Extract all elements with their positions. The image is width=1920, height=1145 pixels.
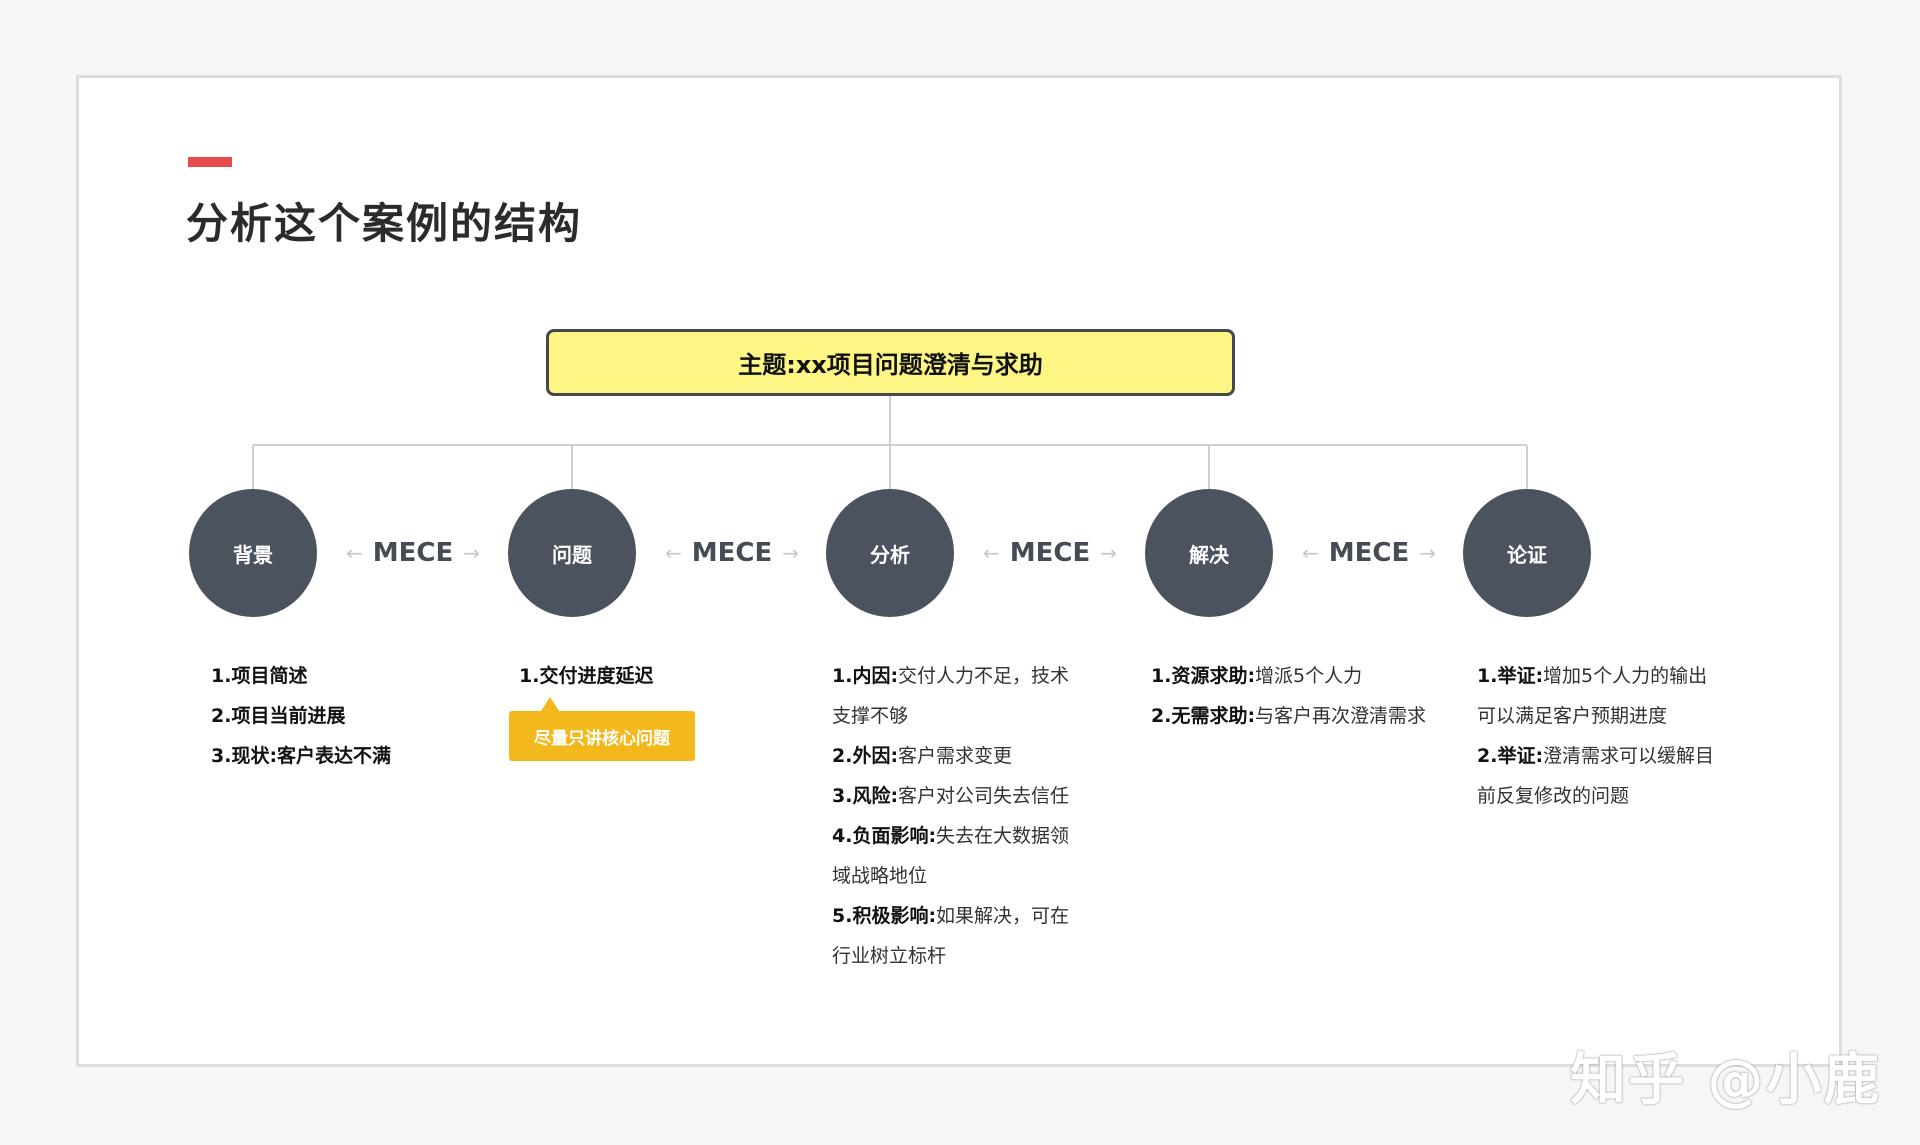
arrow-right-icon: → bbox=[782, 541, 799, 565]
list-item: 2.无需求助:与客户再次澄清需求 bbox=[1151, 705, 1427, 727]
arrow-right-icon: → bbox=[463, 541, 480, 565]
problem-list: 1.交付进度延迟 bbox=[519, 656, 653, 696]
list-item: 4.负面影响:失去在大数据领 bbox=[832, 825, 1070, 847]
callout-note: 尽量只讲核心问题 bbox=[509, 697, 695, 761]
watermark: 知乎 @小鹿 bbox=[1570, 1048, 1882, 1113]
mece-link-1: ← MECE → bbox=[333, 530, 493, 576]
list-item: 1.交付进度延迟 bbox=[519, 665, 654, 687]
list-item: 1.项目简述 bbox=[211, 665, 308, 687]
mece-label: MECE bbox=[372, 538, 454, 568]
mece-label: MECE bbox=[1009, 538, 1091, 568]
list-item: 3.现状:客户表达不满 bbox=[211, 745, 392, 767]
arrow-right-icon: → bbox=[1419, 541, 1436, 565]
list-item: 2.项目当前进展 bbox=[211, 705, 346, 727]
arrow-left-icon: ← bbox=[664, 541, 682, 565]
analysis-list: 1.内因:交付人力不足，技术 支撑不够 2.外因:客户需求变更 3.风险:客户对… bbox=[832, 656, 1069, 976]
list-item-continuation: 行业树立标杆 bbox=[832, 945, 947, 967]
list-item: 1.内因:交付人力不足，技术 bbox=[832, 665, 1070, 687]
arrow-left-icon: ← bbox=[982, 541, 1000, 565]
mece-link-3: ← MECE → bbox=[970, 530, 1130, 576]
background-list: 1.项目简述 2.项目当前进展 3.现状:客户表达不满 bbox=[211, 656, 391, 776]
list-item: 1.资源求助:增派5个人力 bbox=[1151, 665, 1363, 687]
arrow-right-icon: → bbox=[1100, 541, 1117, 565]
slide: 分析这个案例的结构 主题:xx项目问题澄清与求助 背景 问题 分析 解决 论证 … bbox=[76, 75, 1842, 1067]
node-proof: 论证 bbox=[1463, 489, 1591, 617]
list-item-continuation: 可以满足客户预期进度 bbox=[1477, 705, 1668, 727]
solution-list: 1.资源求助:增派5个人力 2.无需求助:与客户再次澄清需求 bbox=[1151, 656, 1426, 736]
node-background: 背景 bbox=[189, 489, 317, 617]
list-item: 3.风险:客户对公司失去信任 bbox=[832, 785, 1070, 807]
mece-link-4: ← MECE → bbox=[1289, 530, 1449, 576]
list-item-continuation: 支撑不够 bbox=[832, 705, 909, 727]
list-item: 5.积极影响:如果解决，可在 bbox=[832, 905, 1070, 927]
proof-list: 1.举证:增加5个人力的输出 可以满足客户预期进度 2.举证:澄清需求可以缓解目… bbox=[1477, 656, 1714, 816]
topic-box: 主题:xx项目问题澄清与求助 bbox=[546, 329, 1235, 396]
list-item-continuation: 前反复修改的问题 bbox=[1477, 785, 1630, 807]
mece-label: MECE bbox=[1328, 538, 1410, 568]
node-analysis: 分析 bbox=[826, 489, 954, 617]
list-item: 1.举证:增加5个人力的输出 bbox=[1477, 665, 1708, 687]
node-problem: 问题 bbox=[508, 489, 636, 617]
list-item-continuation: 域战略地位 bbox=[832, 865, 928, 887]
mece-link-2: ← MECE → bbox=[652, 530, 812, 576]
list-item: 2.外因:客户需求变更 bbox=[832, 745, 1013, 767]
mece-label: MECE bbox=[691, 538, 773, 568]
arrow-left-icon: ← bbox=[1301, 541, 1319, 565]
list-item: 2.举证:澄清需求可以缓解目 bbox=[1477, 745, 1715, 767]
node-solution: 解决 bbox=[1145, 489, 1273, 617]
arrow-left-icon: ← bbox=[345, 541, 363, 565]
